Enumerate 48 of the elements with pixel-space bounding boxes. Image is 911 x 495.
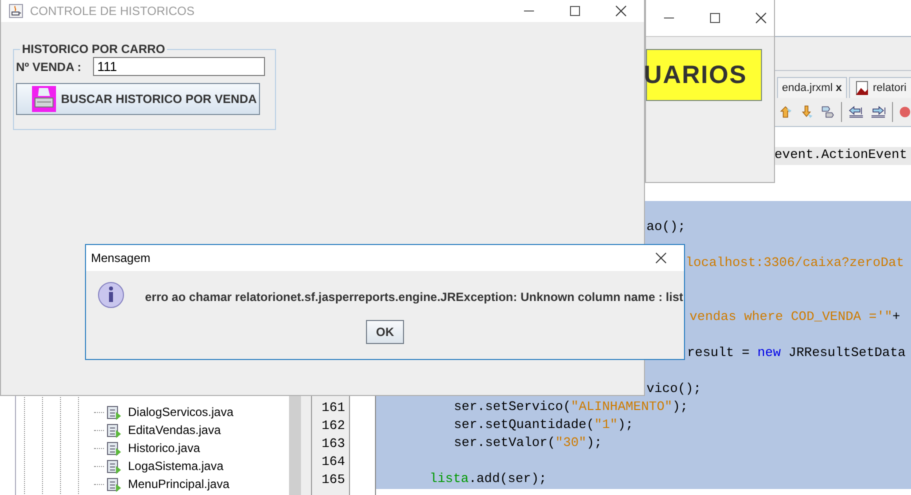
file-name[interactable]: DialogServicos.java [128, 405, 234, 419]
printer-icon [32, 86, 56, 112]
tab-label: relatori [872, 82, 906, 94]
code-line: ser.setQuantidade("1"); [454, 417, 634, 432]
code-line: ser.setServico("ALINHAMENTO"); [454, 399, 688, 414]
code-line: ao(); [646, 219, 686, 234]
line-number: 162 [322, 418, 345, 433]
coffee-cup-icon [8, 3, 24, 19]
line-number: 163 [322, 436, 345, 451]
close-icon[interactable] [653, 250, 669, 266]
code-line: vico(); [646, 381, 702, 396]
maximize-icon[interactable] [707, 10, 723, 26]
code-line: event.ActionEvent [774, 147, 908, 162]
stop-icon[interactable] [899, 104, 911, 120]
ok-button[interactable]: OK [366, 320, 404, 344]
file-name[interactable]: EditaVendas.java [128, 423, 221, 437]
report-file-icon [854, 80, 870, 96]
editor-tab[interactable]: enda.jrxml x [777, 77, 847, 98]
code-line: localhost:3306/caixa?zeroDat [686, 255, 904, 270]
dialog-title: Mensagem [91, 251, 152, 265]
line-number: 164 [322, 454, 345, 469]
info-icon [97, 281, 125, 309]
java-file-icon [106, 422, 122, 438]
search-history-button[interactable]: BUSCAR HISTORICO POR VENDA [16, 83, 260, 115]
code-line: ser.setValor("30"); [454, 435, 602, 450]
code-line: result = new JRResultSetData [687, 345, 906, 360]
tab-label: enda.jrxml [782, 82, 833, 94]
editor-tab[interactable]: relatori [848, 77, 911, 98]
file-name[interactable]: LogaSistema.java [128, 459, 224, 473]
java-file-icon [106, 404, 122, 420]
file-name[interactable]: MenuPrincipal.java [128, 477, 230, 491]
line-number: 161 [322, 400, 345, 415]
java-file-icon [106, 476, 122, 492]
java-file-icon [106, 440, 122, 456]
line-number: 165 [322, 472, 345, 487]
window-title: CONTROLE DE HISTORICOS [30, 4, 196, 18]
code-line: lista.add(ser); [430, 471, 547, 486]
tab-close[interactable]: x [836, 82, 842, 94]
java-file-icon [106, 458, 122, 474]
code-line: vendas where COD_VENDA ='"+ [689, 309, 900, 324]
group-title: HISTORICO POR CARRO [21, 42, 166, 56]
close-icon[interactable] [753, 10, 769, 26]
field-label: Nº VENDA : [16, 60, 82, 74]
maximize-icon[interactable] [567, 3, 583, 19]
error-message: erro ao chamar relatorionet.sf.jasperreports.engine.JRException: Unknown column name : list [145, 290, 684, 304]
sale-number-field[interactable]: 111 [93, 57, 266, 76]
file-name[interactable]: Historico.java [128, 441, 200, 455]
close-icon[interactable] [613, 3, 629, 19]
